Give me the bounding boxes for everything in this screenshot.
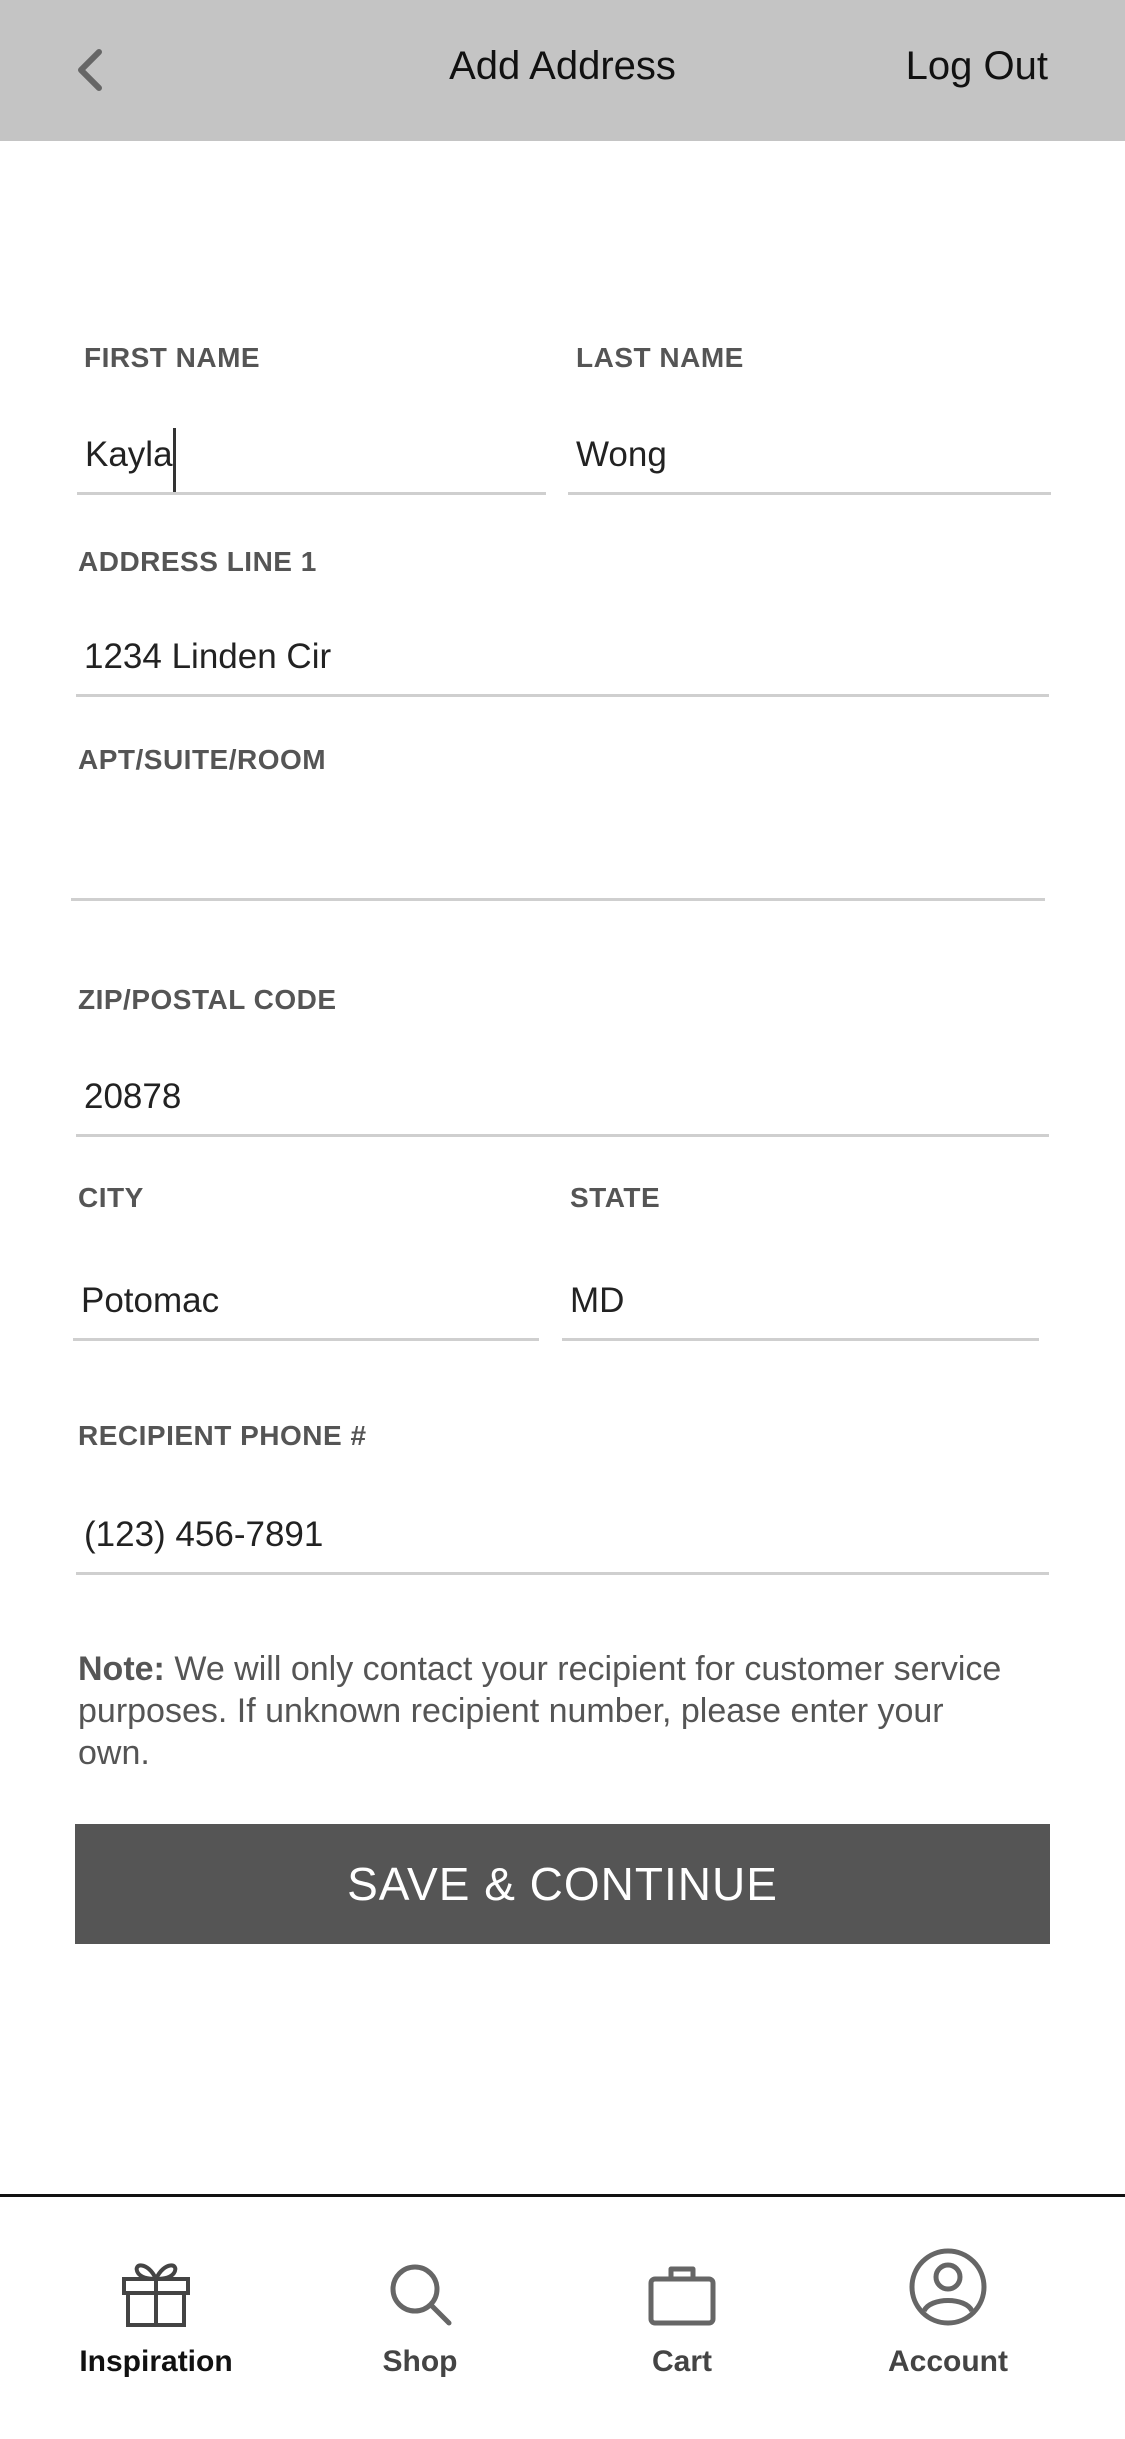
last-name-label: LAST NAME — [576, 342, 744, 373]
text-caret — [173, 428, 176, 492]
note-text: We will only contact your recipient for … — [78, 1650, 1002, 1772]
tab-inspiration-label: Inspiration — [79, 2345, 233, 2378]
tab-cart[interactable]: Cart — [582, 2237, 782, 2379]
last-name-field[interactable] — [568, 426, 1051, 495]
note-prefix: Note: — [78, 1650, 165, 1688]
tab-cart-label: Cart — [651, 2345, 712, 2378]
tab-account-label: Account — [888, 2345, 1008, 2378]
address-line1-label: ADDRESS LINE 1 — [78, 546, 317, 577]
tab-shop[interactable]: Shop — [320, 2237, 520, 2379]
gift-icon — [122, 2263, 190, 2327]
state-field[interactable] — [562, 1272, 1039, 1341]
address-line1-field[interactable] — [76, 628, 1049, 697]
city-label: CITY — [78, 1182, 144, 1213]
phone-label: RECIPIENT PHONE # — [78, 1420, 367, 1451]
apt-field[interactable] — [71, 832, 1045, 901]
phone-field[interactable] — [76, 1506, 1049, 1575]
tab-inspiration[interactable]: Inspiration — [56, 2237, 256, 2379]
bottom-tab-bar: Inspiration Shop Cart Account — [0, 2194, 1125, 2439]
tab-account[interactable]: Account — [848, 2237, 1048, 2379]
recipient-note: Note: We will only contact your recipien… — [78, 1648, 1018, 1774]
city-field[interactable] — [73, 1272, 539, 1341]
header-bar: Add Address Log Out — [0, 0, 1125, 141]
save-continue-button[interactable]: SAVE & CONTINUE — [75, 1824, 1050, 1944]
logout-button[interactable]: Log Out — [906, 44, 1048, 89]
state-label: STATE — [570, 1182, 661, 1213]
tab-shop-label: Shop — [382, 2345, 458, 2378]
first-name-label: FIRST NAME — [84, 342, 261, 373]
user-circle-icon — [909, 2248, 987, 2326]
apt-label: APT/SUITE/ROOM — [78, 744, 327, 775]
zip-field[interactable] — [76, 1068, 1049, 1137]
zip-label: ZIP/POSTAL CODE — [78, 984, 337, 1015]
first-name-field[interactable] — [77, 426, 546, 495]
briefcase-icon — [648, 2266, 716, 2326]
search-icon — [390, 2264, 452, 2326]
